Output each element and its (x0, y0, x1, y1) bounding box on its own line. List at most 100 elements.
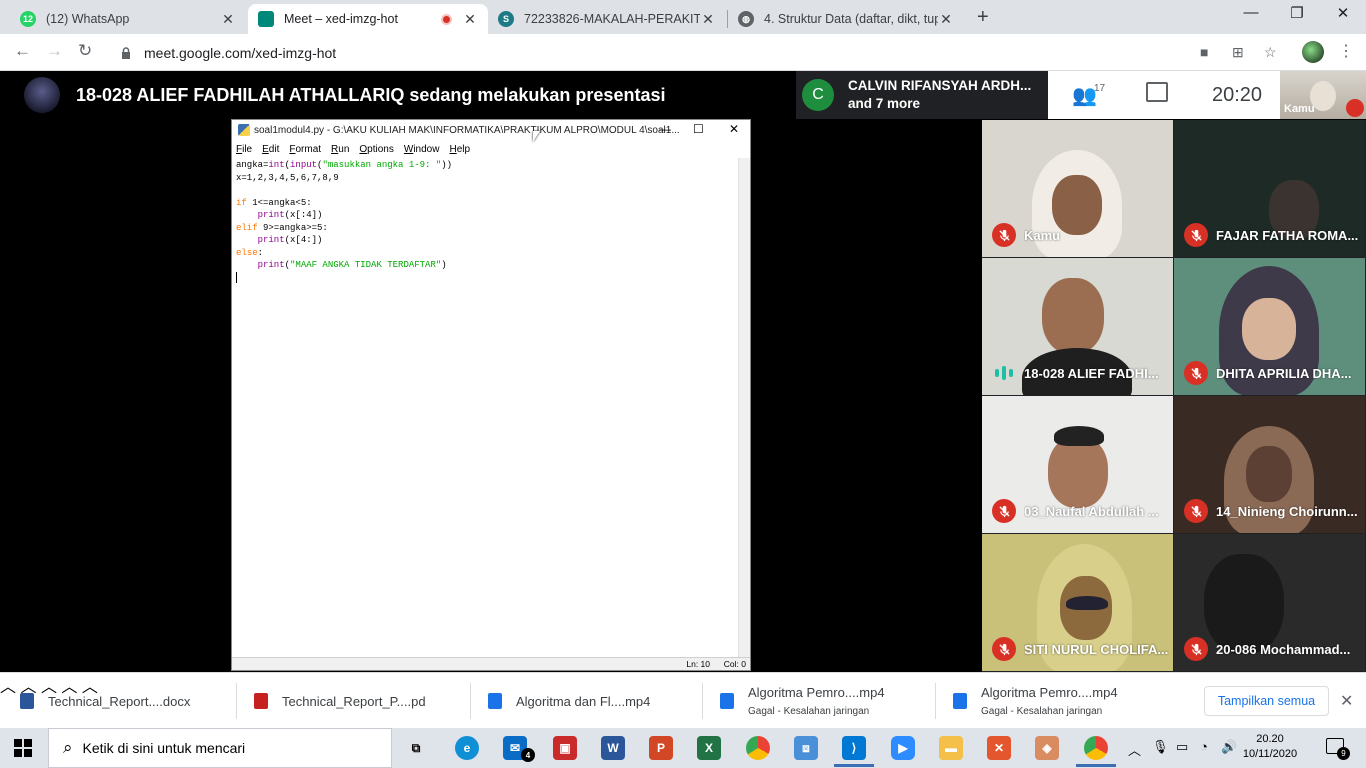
chrome-profile-icon[interactable] (1084, 736, 1108, 760)
menu-icon[interactable]: ⋮ (1338, 41, 1354, 61)
tab-struktur-data[interactable]: ◍ 4. Struktur Data (daftar, dikt, tupel … (728, 4, 964, 34)
participant-name: 18-028 ALIEF FADHI... (1024, 366, 1159, 381)
chevron-up-icon[interactable]: ︿ (1128, 740, 1141, 759)
microphone-icon[interactable]: 🎙 (1152, 739, 1169, 755)
taskbar-search-input[interactable]: ⌕ Ketik di sini untuk mencari (48, 728, 392, 768)
presenting-banner: 18-028 ALIEF FADHILAH ATHALLARIQ sedang … (76, 85, 666, 105)
participant-tile[interactable]: FAJAR FATHA ROMA... (1174, 120, 1365, 257)
wifi-icon[interactable]: ◔ (1200, 739, 1208, 754)
self-view[interactable]: Kamu (1280, 71, 1366, 119)
reload-button[interactable]: ↻ (78, 41, 92, 61)
vscode-icon[interactable]: ⟩ (842, 736, 866, 760)
other-participants-chip[interactable]: C CALVIN RIFANSYAH ARDH... and 7 more (796, 71, 1048, 119)
lock-icon (122, 46, 130, 59)
xampp-icon[interactable]: ✕ (987, 736, 1011, 760)
powerpoint-icon[interactable]: P (649, 736, 673, 760)
browser-toolbar: ← → ↻ meet.google.com/xed-imzg-hot ■ ⊞ ☆… (0, 34, 1366, 71)
chat-icon[interactable] (1146, 82, 1168, 102)
restore-button[interactable]: ❐ (1274, 4, 1320, 22)
tab-strip: 12 (12) WhatsApp ✕ Meet – xed-imzg-hot ✕… (0, 0, 1366, 34)
mouse-pointer-icon (533, 131, 540, 142)
network-app-icon[interactable]: ⧈ (794, 736, 818, 760)
line-number: Ln: 10 (686, 659, 710, 669)
word-icon[interactable]: W (601, 736, 625, 760)
volume-icon[interactable]: 🔊 (1221, 739, 1237, 755)
download-item[interactable]: Algoritma Pemro....mp4 Gagal - Kesalahan… (953, 673, 1118, 729)
notification-icon[interactable]: 9 (1326, 738, 1350, 760)
download-item[interactable]: Technical_Report_P....pd (254, 673, 426, 729)
download-item[interactable]: Algoritma dan Fl....mp4 (488, 673, 650, 729)
participant-tile[interactable]: 03_Naufal Abdullah ... (982, 396, 1173, 533)
participant-tile[interactable]: Kamu (982, 120, 1173, 257)
tab-meet[interactable]: Meet – xed-imzg-hot ✕ (248, 4, 488, 34)
forward-button[interactable]: → (46, 41, 63, 61)
scribd-icon: S (498, 11, 514, 27)
search-icon: ⌕ (63, 738, 73, 757)
menu-window[interactable]: Window (404, 144, 440, 155)
menu-options[interactable]: Options (359, 144, 393, 155)
minimize-button[interactable]: — (659, 122, 671, 136)
close-icon[interactable]: ✕ (938, 11, 954, 28)
minimize-button[interactable]: — (1228, 4, 1274, 21)
camera-icon[interactable]: ■ (1200, 44, 1208, 60)
participant-tile[interactable]: DHITA APRILIA DHA... (1174, 258, 1365, 395)
new-tab-button[interactable]: + (977, 6, 989, 29)
menu-run[interactable]: Run (331, 144, 349, 155)
translate-icon[interactable]: ⊞ (1232, 44, 1244, 61)
excel-icon[interactable]: X (697, 736, 721, 760)
close-icon[interactable]: ✕ (220, 11, 236, 28)
close-icon[interactable]: ✕ (700, 11, 716, 28)
participant-tile[interactable]: 20-086 Mochammad... (1174, 534, 1365, 671)
participant-name: CALVIN RIFANSYAH ARDH... (848, 78, 1032, 93)
vertical-scrollbar[interactable] (738, 158, 750, 658)
more-count: and 7 more (848, 96, 921, 111)
menu-file[interactable]: File (236, 144, 252, 155)
profile-avatar[interactable] (1302, 41, 1324, 63)
layers-app-icon[interactable]: ◈ (1035, 736, 1059, 760)
chevron-up-icon[interactable]: ︿ (0, 679, 16, 696)
task-view-icon[interactable]: ⧉ (404, 736, 428, 760)
code-line: x=1,2,3,4,5,6,7,8,9 (236, 172, 339, 183)
zoom-icon[interactable]: ▶ (891, 736, 915, 760)
battery-icon[interactable]: ▭ (1176, 739, 1188, 755)
participant-name: 14_Ninieng Choirunn... (1216, 504, 1358, 519)
close-window-button[interactable]: ✕ (729, 122, 739, 136)
close-window-button[interactable]: ✕ (1320, 4, 1366, 22)
back-button[interactable]: ← (14, 41, 31, 61)
code-line: print("MAAF ANGKA TIDAK TERDAFTAR") (257, 260, 447, 270)
tab-makalah[interactable]: S 72233826-MAKALAH-PERAKITAN ✕ (488, 4, 726, 34)
menu-format[interactable]: Format (289, 144, 321, 155)
menu-help[interactable]: Help (449, 144, 470, 155)
video-file-icon (953, 693, 967, 709)
participant-name: SITI NURUL CHOLIFA... (1024, 642, 1169, 657)
address-bar[interactable]: meet.google.com/xed-imzg-hot ■ ⊞ ☆ (108, 38, 1288, 67)
bookmark-star-icon[interactable]: ☆ (1264, 44, 1277, 61)
system-clock[interactable]: 20.20 10/11/2020 (1240, 732, 1300, 762)
show-all-button[interactable]: Tampilkan semua (1204, 686, 1329, 716)
gift-icon[interactable]: ▣ (553, 736, 577, 760)
participant-tile[interactable]: SITI NURUL CHOLIFA... (982, 534, 1173, 671)
file-explorer-icon[interactable]: ▬ (939, 736, 963, 760)
video-file-icon (720, 693, 734, 709)
participant-tile[interactable]: 18-028 ALIEF FADHI... (982, 258, 1173, 395)
windows-start-icon[interactable] (14, 739, 32, 757)
download-item[interactable]: Technical_Report....docx (20, 673, 190, 729)
maximize-button[interactable]: ☐ (693, 122, 704, 136)
status-bar: Ln: 10 Col: 0 (232, 657, 750, 670)
close-icon[interactable]: ✕ (462, 11, 478, 28)
download-item[interactable]: Algoritma Pemro....mp4 Gagal - Kesalahan… (720, 673, 885, 729)
mic-off-icon (992, 499, 1016, 523)
mic-off-icon (1184, 637, 1208, 661)
tab-whatsapp[interactable]: 12 (12) WhatsApp ✕ (10, 4, 246, 34)
chrome-icon[interactable] (746, 736, 770, 760)
menu-edit[interactable]: Edit (262, 144, 279, 155)
participant-name: FAJAR FATHA ROMA... (1216, 228, 1359, 243)
word-file-icon (20, 693, 34, 709)
participant-name: 03_Naufal Abdullah ... (1024, 504, 1159, 519)
participant-tile[interactable]: 14_Ninieng Choirunn... (1174, 396, 1365, 533)
speaking-indicator-icon (995, 365, 1013, 381)
close-icon[interactable]: ✕ (1340, 691, 1353, 711)
code-editor[interactable]: angka=int(input("masukkan angka 1-9: "))… (232, 158, 740, 658)
meet-controls: 👥 17 20:20 (1048, 71, 1280, 119)
edge-icon[interactable]: e (455, 736, 479, 760)
